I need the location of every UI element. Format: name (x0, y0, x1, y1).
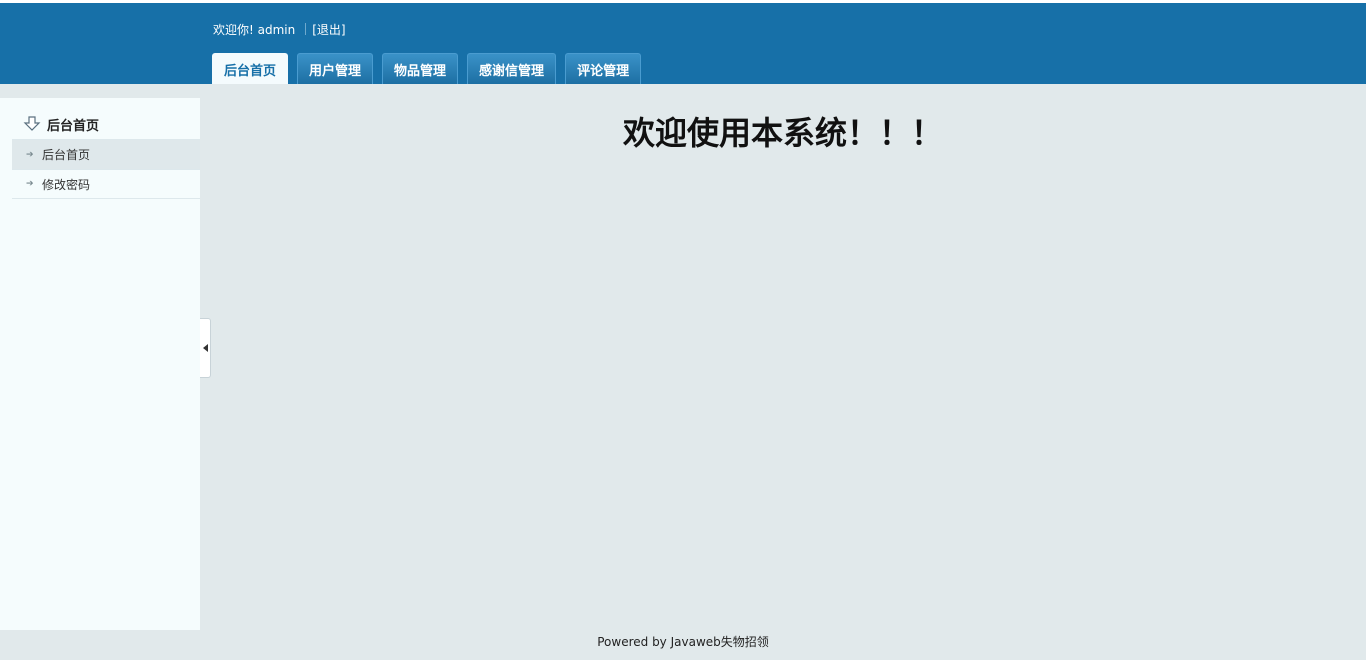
sidebar-menu: ➔ 后台首页 ➔ 修改密码 (12, 139, 200, 199)
arrow-right-icon: ➔ (26, 149, 34, 160)
sidebar-item-label: 修改密码 (42, 177, 91, 192)
main-nav-tabs: 后台首页 用户管理 物品管理 感谢信管理 评论管理 (212, 53, 650, 84)
tab-thanks-letter-management[interactable]: 感谢信管理 (467, 53, 557, 84)
logout-link[interactable]: [退出] (312, 21, 345, 38)
sidebar-item-change-password[interactable]: ➔ 修改密码 (12, 169, 200, 199)
sidebar-title: 后台首页 (47, 118, 100, 134)
tab-comment-management[interactable]: 评论管理 (565, 53, 642, 84)
welcome-heading: 欢迎使用本系统！！！ (622, 114, 943, 152)
header-bar (0, 3, 1366, 84)
welcome-text: 欢迎你! admin (213, 22, 296, 37)
welcome-bar: 欢迎你! admin [退出] (213, 20, 346, 38)
arrow-right-icon: ➔ (26, 179, 34, 189)
sidebar-collapse-button[interactable] (200, 318, 211, 378)
down-arrow-icon (23, 116, 41, 131)
tab-dashboard[interactable]: 后台首页 (212, 53, 289, 84)
triangle-left-icon (202, 344, 208, 352)
footer-text: Powered by Javaweb失物招领 (597, 635, 769, 649)
sidebar: 后台首页 ➔ 后台首页 ➔ 修改密码 (0, 98, 200, 630)
sidebar-item-label: 后台首页 (42, 148, 91, 162)
sidebar-header: 后台首页 (23, 114, 99, 134)
welcome-separator (305, 23, 307, 35)
tab-item-management[interactable]: 物品管理 (382, 53, 459, 84)
sidebar-item-dashboard[interactable]: ➔ 后台首页 (12, 139, 200, 169)
tab-user-management[interactable]: 用户管理 (297, 53, 374, 84)
